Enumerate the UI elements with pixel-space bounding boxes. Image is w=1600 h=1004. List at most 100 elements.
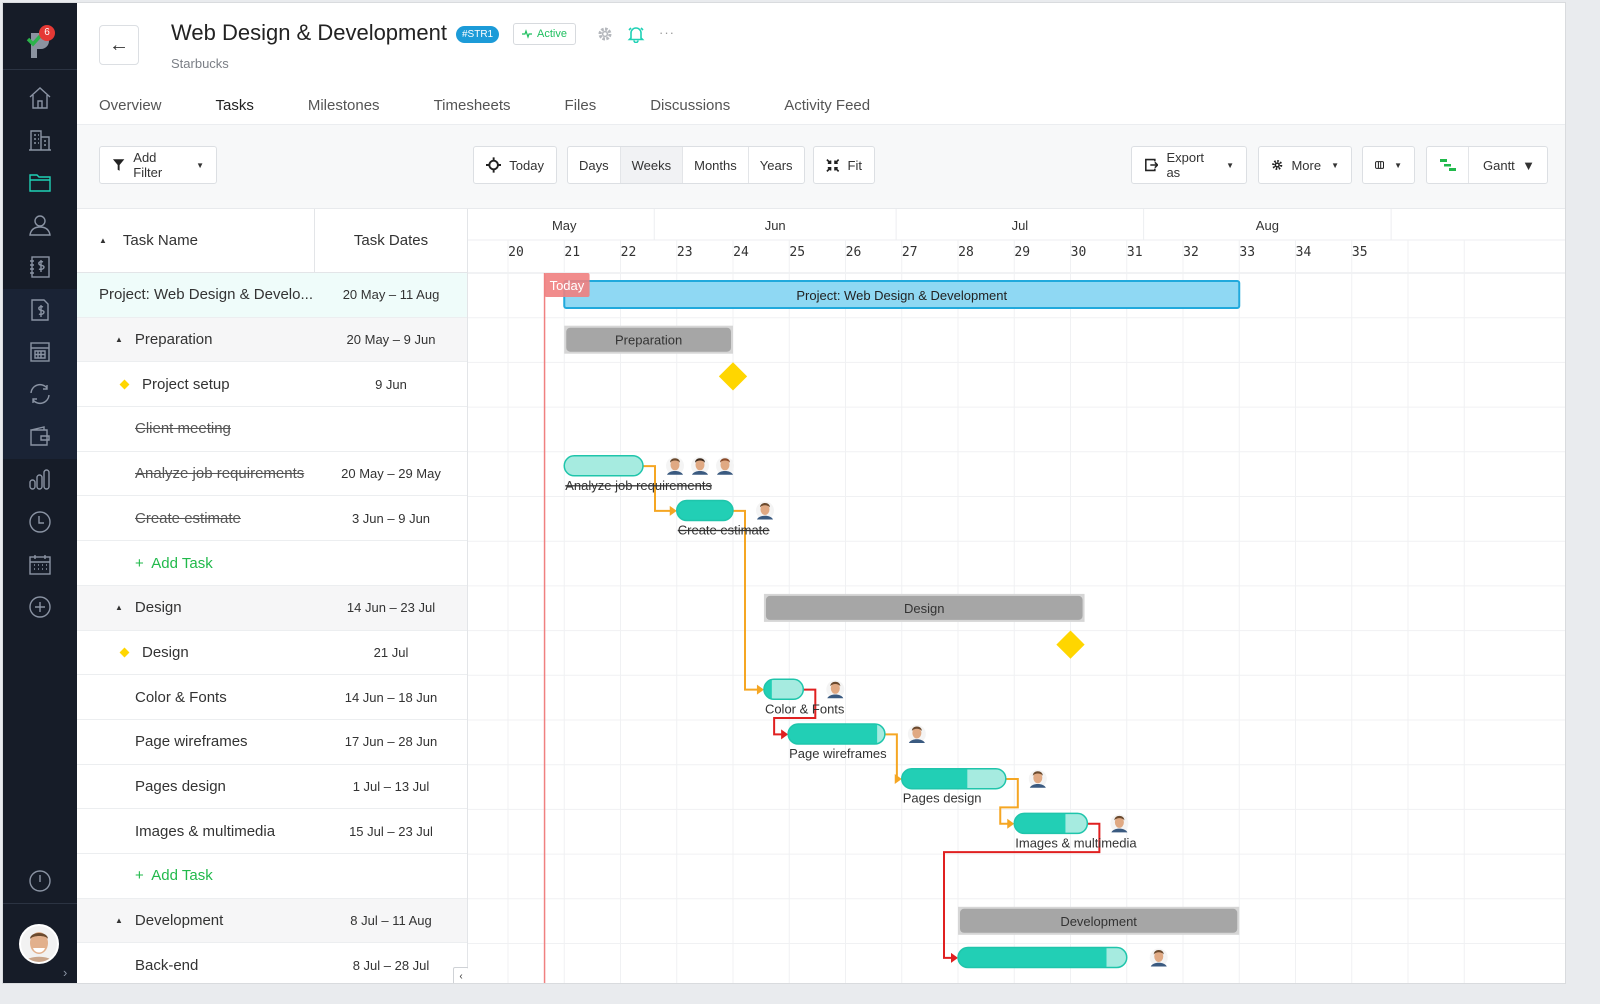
- week-label: 27: [902, 245, 918, 260]
- sidebar-item-reports[interactable]: [25, 465, 55, 495]
- columns-button[interactable]: ▼: [1362, 146, 1415, 184]
- task-name-cell: Create estimate: [77, 510, 315, 527]
- week-label: 33: [1239, 245, 1255, 260]
- invoice-dollar-icon: [31, 299, 49, 321]
- more-button[interactable]: More ▼: [1258, 146, 1352, 184]
- task-row[interactable]: Analyze job requirements 20 May – 29 May: [77, 452, 467, 497]
- scale-days[interactable]: Days: [568, 147, 621, 183]
- add-task-row[interactable]: + Add Task: [77, 854, 467, 899]
- week-label: 20: [508, 245, 524, 260]
- task-row[interactable]: Page wireframes 17 Jun – 28 Jun: [77, 720, 467, 765]
- dependency-link[interactable]: [884, 733, 898, 781]
- status-label: Active: [537, 28, 567, 40]
- notification-badge[interactable]: 6: [39, 25, 55, 41]
- status-badge[interactable]: Active: [513, 23, 576, 45]
- add-filter-button[interactable]: Add Filter ▼: [99, 146, 217, 184]
- gantt-view-toggle[interactable]: [1427, 147, 1469, 183]
- dependency-link[interactable]: [733, 509, 758, 691]
- tab-discussions[interactable]: Discussions: [650, 97, 730, 127]
- fit-button[interactable]: Fit: [813, 146, 875, 184]
- folder-icon: [29, 174, 51, 192]
- compress-icon: [826, 158, 840, 172]
- task-row[interactable]: Back-end 8 Jul – 28 Jul: [77, 944, 467, 984]
- week-label: 21: [564, 245, 580, 260]
- task-row[interactable]: Images & multimedia 15 Jul – 23 Jul: [77, 809, 467, 855]
- sidebar-item-calendar[interactable]: [25, 550, 55, 580]
- tab-files[interactable]: Files: [565, 97, 597, 127]
- task-row[interactable]: ▲ Design 14 Jun – 23 Jul: [77, 585, 467, 631]
- tab-milestones[interactable]: Milestones: [308, 97, 380, 127]
- sidebar-item-home[interactable]: [25, 83, 55, 113]
- column-header-task-dates[interactable]: Task Dates: [315, 209, 467, 272]
- collapse-caret-icon[interactable]: ▲: [115, 916, 123, 925]
- add-task-row[interactable]: + Add Task: [77, 541, 467, 586]
- plus-circle-icon: [29, 596, 51, 618]
- sidebar-item-payments[interactable]: [25, 422, 55, 452]
- task-dates-cell: 3 Jun – 9 Jun: [351, 510, 431, 526]
- task-dates-cell: 14 Jun – 18 Jun: [344, 689, 438, 705]
- task-row[interactable]: Color & Fonts 14 Jun – 18 Jun: [77, 675, 467, 720]
- user-avatar[interactable]: [19, 924, 59, 964]
- milestone-marker[interactable]: [718, 362, 748, 391]
- sidebar-divider: [3, 69, 77, 70]
- task-row[interactable]: ▲ Development 8 Jul – 11 Aug: [77, 898, 467, 944]
- task-row[interactable]: Project setup 9 Jun: [77, 362, 467, 408]
- sidebar-item-recurring[interactable]: [25, 379, 55, 409]
- collapse-caret-icon[interactable]: ▲: [115, 335, 123, 344]
- task-bar-label: Create estimate: [678, 523, 770, 538]
- caret-down-icon: ▼: [1331, 160, 1339, 170]
- scale-months[interactable]: Months: [683, 147, 749, 183]
- more-options-icon[interactable]: ···: [659, 25, 675, 40]
- sidebar-item-info[interactable]: [25, 866, 55, 896]
- task-row[interactable]: Pages design 1 Jul – 13 Jul: [77, 765, 467, 810]
- week-label: 32: [1183, 245, 1199, 260]
- sidebar-item-time[interactable]: [25, 507, 55, 537]
- sidebar-item-ledger[interactable]: [25, 252, 55, 282]
- column-header-task-name[interactable]: ▲ Task Name: [77, 209, 315, 272]
- caret-down-icon: ▼: [196, 160, 204, 170]
- task-name-cell: Project: Web Design & Develo...: [77, 286, 315, 303]
- sidebar-item-estimates[interactable]: [25, 337, 55, 367]
- export-button[interactable]: Export as ▼: [1131, 146, 1247, 184]
- dependency-arrow-icon: [951, 952, 958, 963]
- task-row[interactable]: Design 21 Jul: [77, 631, 467, 676]
- collapse-caret-icon[interactable]: ▲: [115, 603, 123, 612]
- grid-header: ▲ Task Name Task Dates: [77, 209, 467, 273]
- gear-icon[interactable]: [596, 25, 614, 43]
- task-row[interactable]: Create estimate 3 Jun – 9 Jun: [77, 497, 467, 542]
- back-button[interactable]: ←: [99, 25, 139, 65]
- task-row[interactable]: Project: Web Design & Develo... 20 May – …: [77, 273, 467, 318]
- bell-icon[interactable]: [627, 25, 645, 43]
- task-dates-cell: 8 Jul – 11 Aug: [350, 913, 432, 929]
- week-label: 34: [1296, 245, 1312, 260]
- sidebar-item-people[interactable]: [25, 210, 55, 240]
- sidebar-expand-icon[interactable]: ›: [63, 965, 67, 980]
- collapse-grid-button[interactable]: ‹: [453, 967, 469, 983]
- task-name: Project: Web Design & Develo...: [99, 286, 313, 304]
- view-dropdown[interactable]: Gantt ▼: [1469, 147, 1547, 183]
- tab-timesheets[interactable]: Timesheets: [434, 97, 511, 127]
- today-button[interactable]: Today: [473, 146, 557, 184]
- task-name[interactable]: + Add Task: [135, 867, 213, 884]
- scale-years[interactable]: Years: [749, 147, 804, 183]
- task-dates-cell: 15 Jul – 23 Jul: [349, 823, 433, 839]
- task-name[interactable]: + Add Task: [135, 555, 213, 572]
- dependency-arrow-icon: [781, 729, 789, 740]
- sidebar-item-add[interactable]: [25, 592, 55, 622]
- milestone-marker[interactable]: [1056, 630, 1085, 659]
- sidebar-item-companies[interactable]: [25, 125, 55, 155]
- tab-overview[interactable]: Overview: [99, 97, 162, 127]
- sidebar-item-projects[interactable]: [25, 167, 55, 197]
- task-dates-cell: 8 Jul – 28 Jul: [352, 957, 430, 973]
- sidebar-item-invoices[interactable]: [25, 295, 55, 325]
- milestone-icon: [119, 647, 130, 658]
- task-bar[interactable]: [564, 455, 643, 476]
- task-bar-label: Pages design: [903, 791, 982, 806]
- task-row[interactable]: ▲ Preparation 20 May – 9 Jun: [77, 317, 467, 363]
- calculator-icon: [30, 342, 50, 362]
- task-row[interactable]: Client meeting: [77, 407, 467, 452]
- tab-activity-feed[interactable]: Activity Feed: [784, 97, 870, 127]
- tab-tasks[interactable]: Tasks: [207, 97, 263, 127]
- scale-weeks[interactable]: Weeks: [620, 147, 684, 183]
- group-bar-label: Preparation: [615, 333, 682, 348]
